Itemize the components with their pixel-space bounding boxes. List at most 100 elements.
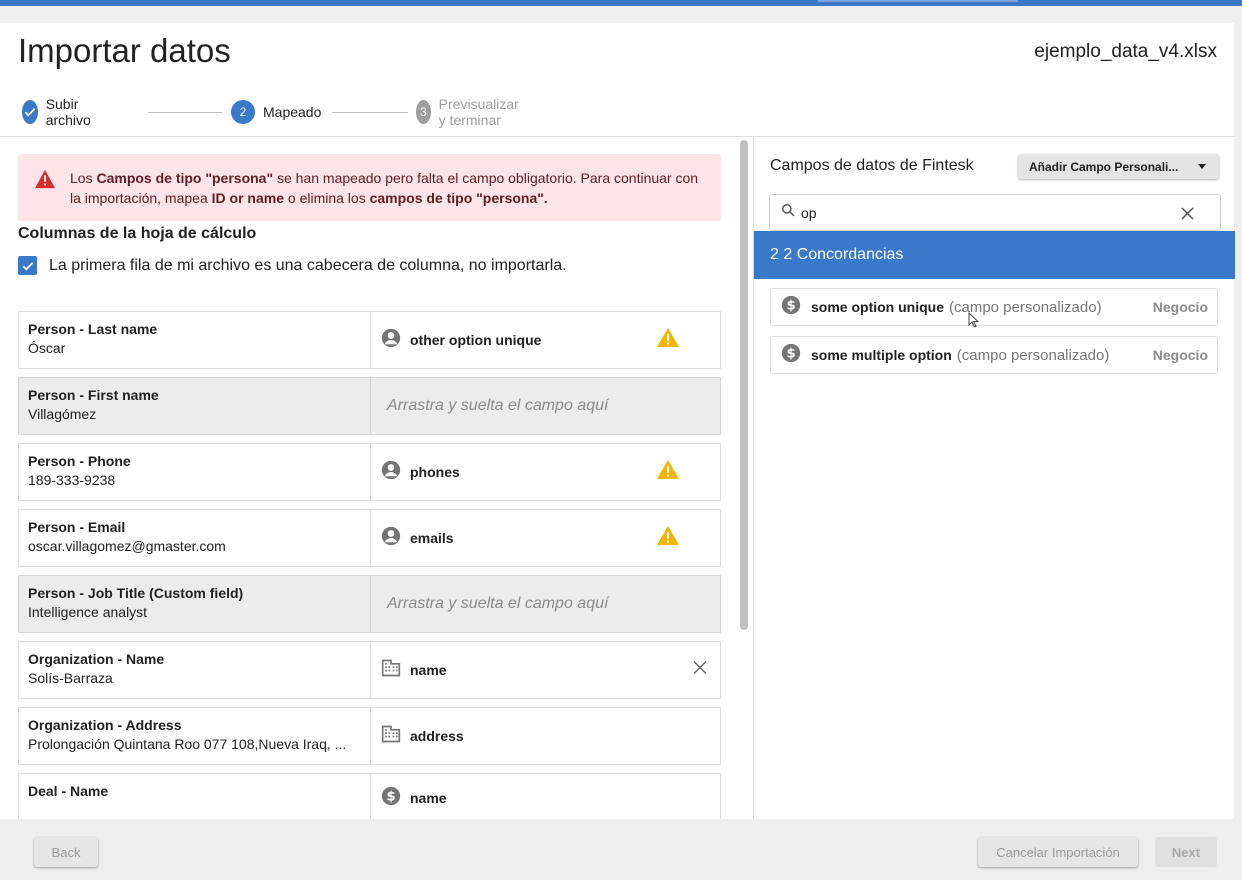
mapped-field-name: name xyxy=(410,790,447,806)
svg-text:$: $ xyxy=(386,789,395,804)
step-number: 2 xyxy=(231,100,255,124)
drop-placeholder: Arrastra y suelta el campo aquí xyxy=(387,595,609,612)
field-result-item[interactable]: $ some option unique (campo personalizad… xyxy=(770,288,1218,326)
column-sample-value: Villagómez xyxy=(28,406,97,422)
column-sample-value: Solís-Barraza xyxy=(28,670,113,686)
column-info: Organization - Address Prolongación Quin… xyxy=(19,708,370,764)
mapped-field[interactable]: address xyxy=(370,708,720,764)
spreadsheet-columns-panel[interactable]: Los Campos de tipo "persona" se han mape… xyxy=(0,137,738,819)
warning-icon xyxy=(656,327,680,353)
column-row: Deal - Name $ name xyxy=(18,773,721,819)
step-label: Subir archivo xyxy=(45,96,91,128)
person-icon xyxy=(381,460,401,485)
search-value: op xyxy=(801,204,817,221)
field-result-item[interactable]: $ some multiple option (campo personaliz… xyxy=(770,336,1218,374)
warning-icon xyxy=(656,525,680,551)
column-row: Person - Email oscar.villagomez@gmaster.… xyxy=(18,509,721,567)
mapped-field[interactable]: name xyxy=(370,642,720,698)
column-info: Deal - Name xyxy=(19,774,370,819)
header-row-checkbox-label: La primera fila de mi archivo es una cab… xyxy=(49,256,567,274)
column-sample-value: Intelligence analyst xyxy=(28,604,148,620)
step-preview[interactable]: 3 Previsualizar y terminar xyxy=(416,96,528,128)
mapped-field[interactable]: $ name xyxy=(370,774,720,819)
cancel-import-button[interactable]: Cancelar Importación xyxy=(978,837,1138,867)
mapped-field-name: other option unique xyxy=(410,332,542,348)
column-info: Organization - Name Solís-Barraza xyxy=(19,642,370,698)
add-custom-field-button[interactable]: Añadir Campo Personali... xyxy=(1018,154,1219,179)
column-sample-value: 189-333-9238 xyxy=(28,472,116,488)
field-result-tag: Negocio xyxy=(1152,347,1208,363)
top-app-bar xyxy=(0,0,1242,6)
check-icon xyxy=(22,100,38,124)
column-sample-value: oscar.villagomez@gmaster.com xyxy=(28,538,226,554)
next-button[interactable]: Next xyxy=(1155,837,1217,867)
column-row: Organization - Address Prolongación Quin… xyxy=(18,707,721,765)
columns-section-title: Columnas de la hoja de cálculo xyxy=(18,225,257,242)
column-sample-value: Óscar xyxy=(28,340,66,356)
person-icon xyxy=(381,526,401,551)
warning-triangle-icon xyxy=(34,169,56,194)
error-alert: Los Campos de tipo "persona" se han mape… xyxy=(18,154,721,221)
column-header: Organization - Address xyxy=(28,717,182,733)
page-title: Importar datos xyxy=(18,32,231,69)
step-label: Mapeado xyxy=(263,104,322,120)
header-row-checkbox[interactable] xyxy=(18,256,37,275)
svg-text:$: $ xyxy=(786,299,795,314)
drop-placeholder: Arrastra y suelta el campo aquí xyxy=(387,397,609,414)
header-row-option[interactable]: La primera fila de mi archivo es una cab… xyxy=(18,256,567,275)
field-result-kind: (campo personalizado) xyxy=(956,346,1110,364)
column-header: Person - Last name xyxy=(28,321,158,337)
mapped-field[interactable]: other option unique xyxy=(370,312,720,368)
column-info: Person - Last name Óscar xyxy=(19,312,370,368)
field-search-input[interactable]: op xyxy=(769,194,1221,231)
add-custom-field-label: Añadir Campo Personali... xyxy=(1029,159,1179,174)
dollar-icon: $ xyxy=(381,786,401,811)
column-header: Person - First name xyxy=(28,387,159,403)
dollar-icon: $ xyxy=(781,343,801,367)
column-info: Person - First name Villagómez xyxy=(19,378,370,434)
column-sample-value: Prolongación Quintana Roo 077 108,Nueva … xyxy=(28,736,347,752)
step-label: Previsualizar y terminar xyxy=(438,96,519,128)
clear-search-icon[interactable] xyxy=(1180,206,1195,226)
alert-bold: campos de tipo "persona". xyxy=(369,190,548,206)
import-dialog: Importar datos ejemplo_data_v4.xlsx Subi… xyxy=(0,23,1235,819)
column-info: Person - Phone 189-333-9238 xyxy=(19,444,370,500)
back-button[interactable]: Back xyxy=(34,837,98,867)
left-panel-scrollbar[interactable] xyxy=(740,140,748,630)
column-row: Person - First name Villagómez Arrastra … xyxy=(18,377,721,435)
dollar-icon: $ xyxy=(781,295,801,319)
top-bar-notch xyxy=(818,0,1018,2)
column-header: Organization - Name xyxy=(28,651,165,667)
column-info: Person - Email oscar.villagomez@gmaster.… xyxy=(19,510,370,566)
drop-zone[interactable]: Arrastra y suelta el campo aquí xyxy=(370,576,720,632)
step-connector xyxy=(332,112,408,113)
person-icon xyxy=(381,328,401,353)
column-row: Person - Job Title (Custom field) Intell… xyxy=(18,575,721,633)
mapped-field-name: name xyxy=(410,662,447,678)
mapped-field[interactable]: emails xyxy=(370,510,720,566)
alert-text: Los xyxy=(70,170,97,186)
field-result-name: some multiple option xyxy=(811,347,952,363)
step-number: 3 xyxy=(416,100,431,124)
field-result-tag: Negocio xyxy=(1152,299,1208,315)
mouse-cursor-icon xyxy=(968,311,980,333)
drop-zone[interactable]: Arrastra y suelta el campo aquí xyxy=(370,378,720,434)
step-connector xyxy=(148,112,222,113)
alert-bold: Campos de tipo "persona" xyxy=(96,170,274,186)
column-row: Person - Last name Óscar other option un… xyxy=(18,311,721,369)
alert-bold: ID or name xyxy=(211,190,284,206)
remove-mapping-icon[interactable] xyxy=(692,660,708,681)
column-header: Person - Job Title (Custom field) xyxy=(28,585,244,601)
mapped-field-name: address xyxy=(410,728,464,744)
fields-panel-title: Campos de datos de Fintesk xyxy=(770,157,974,174)
step-upload[interactable]: Subir archivo xyxy=(22,96,99,128)
footer-bar: Back Cancelar Importación Next xyxy=(0,819,1242,880)
mapped-field-name: emails xyxy=(410,530,454,546)
mapped-field[interactable]: phones xyxy=(370,444,720,500)
search-icon xyxy=(781,203,795,222)
column-header: Person - Email xyxy=(28,519,126,535)
step-mapping[interactable]: 2 Mapeado xyxy=(231,100,321,124)
column-header: Deal - Name xyxy=(28,783,109,799)
mapped-field-name: phones xyxy=(410,464,460,480)
warning-icon xyxy=(656,459,680,485)
